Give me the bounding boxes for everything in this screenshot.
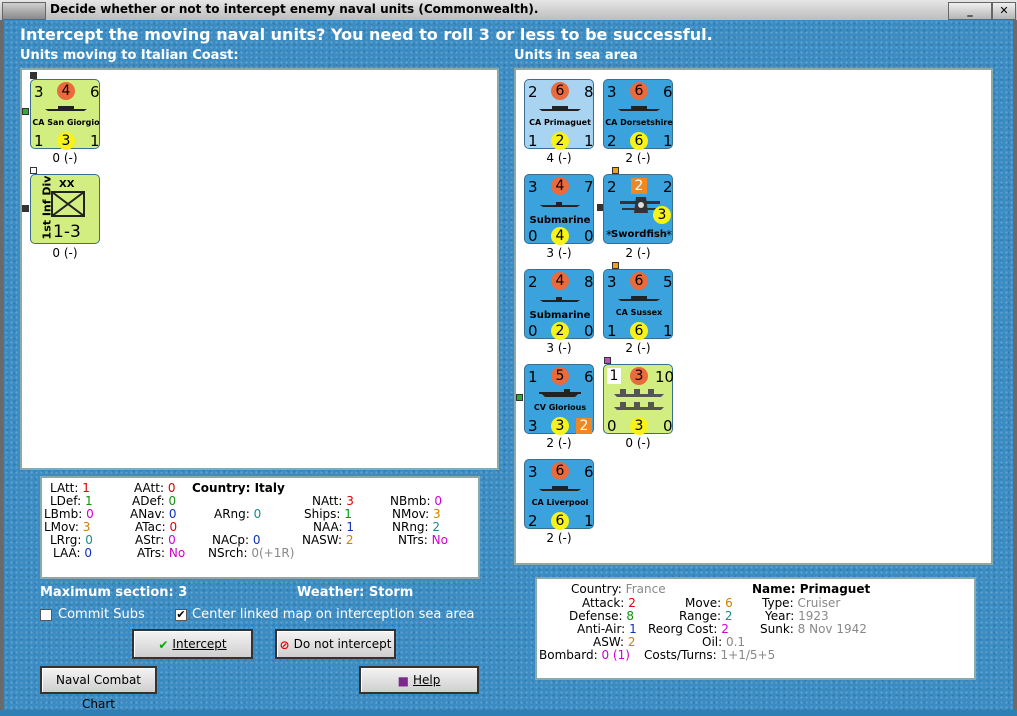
unit-status: 2 (-) xyxy=(546,436,572,450)
cruiser-icon xyxy=(618,106,660,111)
check-icon: ✔ xyxy=(158,637,169,652)
center-map-checkbox[interactable]: ✔ xyxy=(175,609,187,621)
sea-units-panel[interactable]: 2 6 8 CA Primaguet 1 2 1 4 (-) 3 6 6 CA … xyxy=(514,68,993,565)
do-not-intercept-button[interactable]: ⊘ Do not intercept xyxy=(275,629,396,659)
max-section: Maximum section: 3 xyxy=(40,585,188,600)
app-icon xyxy=(2,2,46,20)
unit-marker xyxy=(612,262,619,269)
convoy-icon xyxy=(614,389,664,410)
unit-marker xyxy=(22,108,29,115)
commit-subs-label: Commit Subs xyxy=(58,607,145,622)
unit-marker xyxy=(30,167,37,174)
title-bar: Decide whether or not to intercept enemy… xyxy=(0,0,1017,21)
unit-status: 0 (-) xyxy=(625,436,651,450)
unit-marker xyxy=(604,357,611,364)
moving-units-panel[interactable]: 3 4 6 CA San Giorgio 1 3 1 0 (-) 1st Inf… xyxy=(20,68,499,470)
unit-status: 3 (-) xyxy=(546,341,572,355)
intercept-button[interactable]: ✔ Intercept xyxy=(132,629,253,659)
naval-combat-chart-button[interactable]: Naval Combat Chart xyxy=(40,666,157,711)
unit-counter-san-giorgio[interactable]: 3 4 6 CA San Giorgio 1 3 1 xyxy=(30,79,100,150)
submarine-icon xyxy=(540,297,580,302)
unit-counter-dorsetshire[interactable]: 3 6 6 CA Dorsetshire 2 6 1 xyxy=(603,79,673,150)
dialog-heading: Intercept the moving naval units? You ne… xyxy=(20,25,713,44)
unit-status: 4 (-) xyxy=(546,151,572,165)
carrier-icon xyxy=(539,389,581,397)
unit-counter-submarine[interactable]: 2 4 8 Submarine 0 2 0 xyxy=(524,269,594,340)
unit-status: 2 (-) xyxy=(625,246,651,260)
infantry-icon xyxy=(51,191,85,217)
minimize-button[interactable]: _ xyxy=(948,2,992,20)
unit-status: 2 (-) xyxy=(625,341,651,355)
center-map-label: Center linked map on interception sea ar… xyxy=(192,607,475,622)
no-entry-icon: ⊘ xyxy=(279,637,290,652)
help-button[interactable]: ■ Help xyxy=(359,666,479,694)
sea-units-label: Units in sea area xyxy=(514,48,638,63)
unit-status: 3 (-) xyxy=(546,246,572,260)
cruiser-icon xyxy=(618,296,660,301)
moving-units-label: Units moving to Italian Coast: xyxy=(20,48,239,63)
unit-marker xyxy=(516,394,523,401)
unit-counter-liverpool[interactable]: 3 6 6 CA Liverpool 2 6 1 xyxy=(524,459,594,530)
unit-marker xyxy=(30,72,37,79)
unit-counter-sussex[interactable]: 3 6 5 CA Sussex 1 6 1 xyxy=(603,269,673,340)
unit-status: 2 (-) xyxy=(546,531,572,545)
commit-subs-checkbox[interactable] xyxy=(40,609,52,621)
stats-country: Country: Italy xyxy=(192,481,285,495)
cruiser-icon xyxy=(45,106,87,111)
weather: Weather: Storm xyxy=(297,585,414,600)
window-title: Decide whether or not to intercept enemy… xyxy=(50,2,539,16)
cruiser-icon xyxy=(539,106,581,111)
unit-status: 0 (-) xyxy=(52,151,78,165)
unit-marker xyxy=(22,205,29,212)
unit-stats-panel: Country: Italy LAtt: 1 LDef: 1 LBmb: 0 L… xyxy=(40,476,480,579)
submarine-icon xyxy=(540,202,580,207)
unit-counter-1st-inf-div[interactable]: 1st Inf Div XX 1-3 xyxy=(30,174,100,244)
cruiser-icon xyxy=(539,486,581,491)
unit-status: 0 (-) xyxy=(52,246,78,260)
unit-counter-primaguet[interactable]: 2 6 8 CA Primaguet 1 2 1 xyxy=(524,79,594,150)
selected-unit-details: Country: France Attack: 2 Defense: 8 Ant… xyxy=(535,577,976,680)
unit-counter-glorious[interactable]: 1 5 6 CV Glorious 3 3 2 xyxy=(524,364,594,435)
unit-counter-convoy[interactable]: 1 3 10 0 3 0 xyxy=(603,364,674,435)
book-icon: ■ xyxy=(397,673,409,688)
unit-counter-swordfish[interactable]: 2 2 2 3 * Swordfish * xyxy=(603,174,673,244)
unit-marker xyxy=(612,167,619,174)
close-button[interactable]: ✕ xyxy=(992,2,1016,20)
unit-status: 2 (-) xyxy=(625,151,651,165)
unit-counter-submarine[interactable]: 3 4 7 Submarine 0 4 0 xyxy=(524,174,594,245)
